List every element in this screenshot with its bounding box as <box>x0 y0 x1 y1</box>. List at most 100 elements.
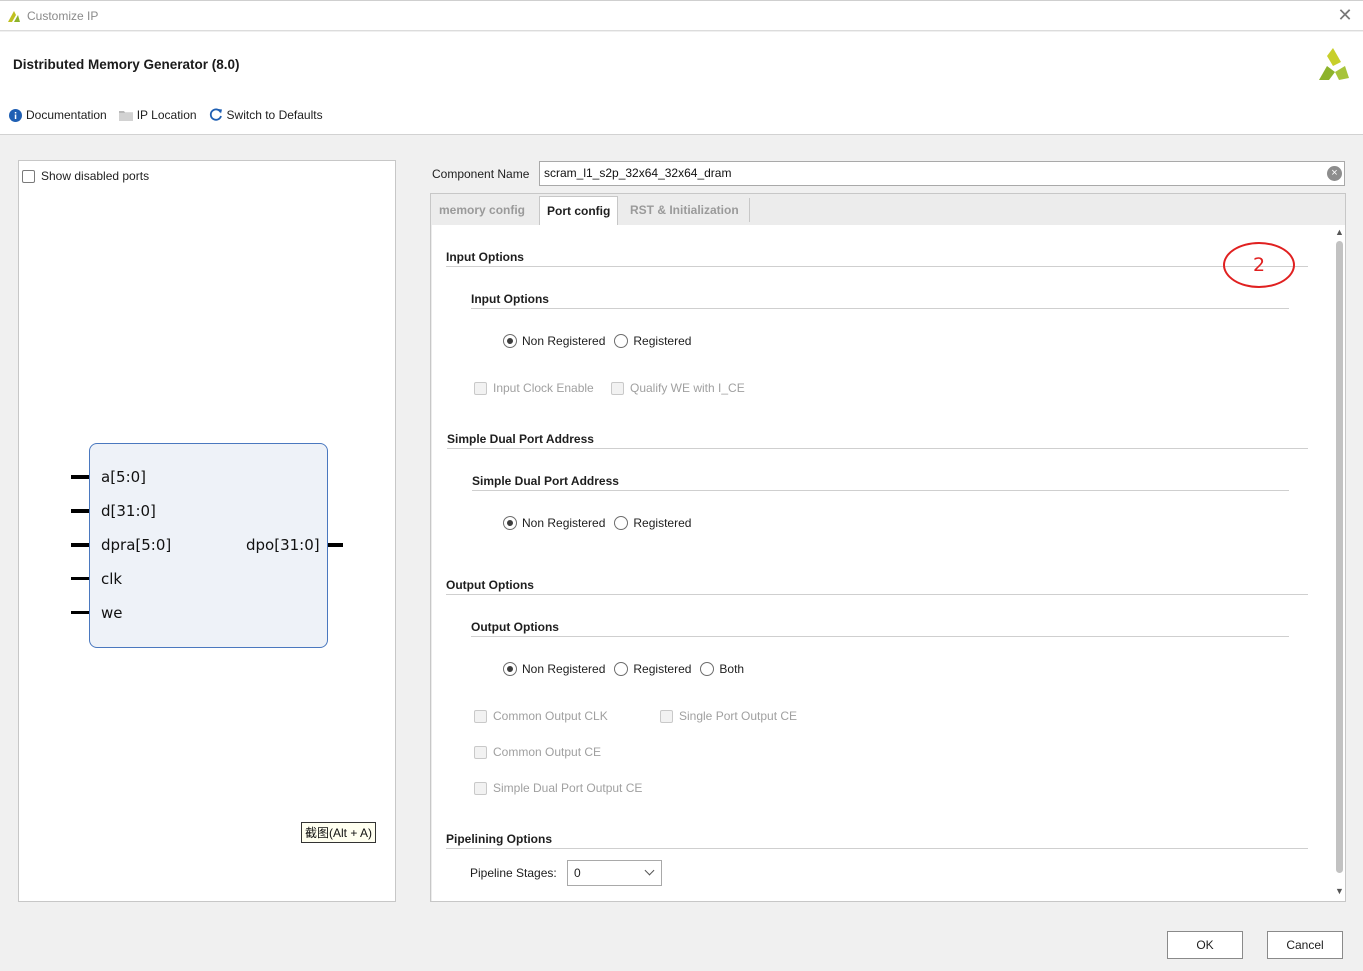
output-both-radio[interactable] <box>700 662 715 676</box>
pin-d <box>71 509 89 513</box>
pipeline-stages-value: 0 <box>574 866 581 880</box>
switch-to-defaults-label: Switch to Defaults <box>226 108 323 122</box>
checkbox-box <box>474 381 487 395</box>
switch-to-defaults-button[interactable]: Switch to Defaults <box>209 108 323 122</box>
folder-icon <box>118 108 133 122</box>
toolbar: Documentation IP Location Switch to Defa… <box>8 108 335 122</box>
divider <box>471 308 1289 309</box>
vertical-scrollbar[interactable]: ▲ ▼ <box>1334 225 1345 901</box>
config-tabs: memory config Port config RST & Initiali… <box>430 193 1346 902</box>
checkbox-label: Single Port Output CE <box>679 709 798 723</box>
xilinx-logo-icon <box>1319 48 1349 80</box>
divider <box>446 848 1308 849</box>
component-name-input[interactable]: scram_l1_s2p_32x64_32x64_dram <box>539 161 1345 186</box>
tab-memory-config[interactable]: memory config <box>432 196 532 225</box>
checkbox-label: Common Output CE <box>493 745 602 759</box>
checkbox-box <box>611 381 624 395</box>
port-label-dpra: dpra[5:0] <box>101 536 172 554</box>
show-disabled-ports-label: Show disabled ports <box>41 169 150 183</box>
sdp-registered-radio[interactable] <box>614 516 629 530</box>
pipeline-stages-label: Pipeline Stages: <box>470 866 557 880</box>
port-label-we: we <box>101 604 123 622</box>
product-title: Distributed Memory Generator (8.0) <box>13 57 240 72</box>
port-config-content: Input Options Input Options Non Register… <box>432 225 1345 901</box>
common-output-clk-checkbox: Common Output CLK <box>474 709 608 723</box>
refresh-icon <box>209 108 223 122</box>
scroll-down-icon[interactable]: ▼ <box>1334 886 1345 898</box>
sdp-non-registered-radio[interactable] <box>503 516 517 530</box>
chevron-down-icon <box>644 865 655 876</box>
radio-label: Both <box>719 662 745 676</box>
output-options-subtitle: Output Options <box>471 620 559 634</box>
title-bar: Customize IP ✕ <box>0 0 1363 31</box>
ip-location-label: IP Location <box>136 108 197 122</box>
port-label-clk: clk <box>101 570 123 588</box>
pin-we <box>71 611 89 614</box>
single-port-output-ce-checkbox: Single Port Output CE <box>660 709 797 723</box>
output-options-radio-group: Non Registered Registered Both <box>503 662 753 676</box>
documentation-label: Documentation <box>26 108 107 122</box>
output-registered-radio[interactable] <box>614 662 629 676</box>
radio-label: Non Registered <box>522 516 606 530</box>
checkbox-box <box>474 781 487 795</box>
radio-label: Non Registered <box>522 662 606 676</box>
tab-port-config[interactable]: Port config <box>539 196 619 226</box>
port-label-d: d[31:0] <box>101 502 156 520</box>
checkbox-box[interactable] <box>22 169 35 183</box>
port-label-dpo: dpo[31:0] <box>246 536 320 554</box>
input-options-radio-group: Non Registered Registered <box>503 334 700 348</box>
radio-label: Registered <box>633 516 692 530</box>
radio-label: Registered <box>633 334 692 348</box>
input-registered-radio[interactable] <box>614 334 629 348</box>
cancel-button[interactable]: Cancel <box>1267 931 1343 959</box>
clear-icon[interactable]: × <box>1327 166 1342 181</box>
checkbox-label: Common Output CLK <box>493 709 608 723</box>
radio-label: Non Registered <box>522 334 606 348</box>
sdp-address-radio-group: Non Registered Registered <box>503 516 700 530</box>
input-clock-enable-checkbox: Input Clock Enable <box>474 381 594 395</box>
annotation-circle: 2 <box>1223 242 1295 288</box>
sdp-address-title: Simple Dual Port Address <box>447 432 594 446</box>
scroll-thumb[interactable] <box>1336 241 1343 873</box>
close-icon[interactable]: ✕ <box>1335 5 1355 25</box>
tab-rst-initialization[interactable]: RST & Initialization <box>623 196 746 225</box>
divider <box>447 448 1308 449</box>
ok-button[interactable]: OK <box>1167 931 1243 959</box>
show-disabled-ports-checkbox[interactable]: Show disabled ports <box>22 169 149 183</box>
radio-label: Registered <box>633 662 692 676</box>
component-name-label: Component Name <box>432 167 530 181</box>
checkbox-label: Qualify WE with I_CE <box>630 381 745 395</box>
divider <box>472 490 1289 491</box>
qualify-we-checkbox: Qualify WE with I_CE <box>611 381 745 395</box>
output-options-title: Output Options <box>446 578 534 592</box>
ip-location-button[interactable]: IP Location <box>118 108 197 122</box>
input-options-subtitle: Input Options <box>471 292 549 306</box>
common-output-ce-checkbox: Common Output CE <box>474 745 601 759</box>
header: Distributed Memory Generator (8.0) Docum… <box>0 32 1363 135</box>
window-title: Customize IP <box>27 9 99 23</box>
pin-dpo <box>328 543 343 547</box>
checkbox-box <box>474 745 487 759</box>
vivado-app-icon <box>8 11 20 22</box>
output-non-registered-radio[interactable] <box>503 662 517 676</box>
checkbox-box <box>660 709 673 723</box>
divider <box>471 636 1289 637</box>
documentation-button[interactable]: Documentation <box>8 108 107 122</box>
port-label-a: a[5:0] <box>101 468 147 486</box>
pin-dpra <box>71 543 89 547</box>
screenshot-tooltip: 截图(Alt + A) <box>301 822 377 843</box>
sdp-output-ce-checkbox: Simple Dual Port Output CE <box>474 781 642 795</box>
pipelining-options-title: Pipelining Options <box>446 832 552 846</box>
pin-a <box>71 475 89 479</box>
divider <box>446 266 1308 267</box>
ip-block-symbol: a[5:0] d[31:0] dpra[5:0] clk we dpo[31:0… <box>89 443 328 648</box>
scroll-up-icon[interactable]: ▲ <box>1334 227 1345 239</box>
divider <box>446 594 1308 595</box>
pipeline-stages-select[interactable]: 0 <box>567 860 662 886</box>
tab-separator <box>749 198 750 222</box>
info-icon <box>8 108 22 122</box>
input-non-registered-radio[interactable] <box>503 334 517 348</box>
checkbox-label: Input Clock Enable <box>493 381 594 395</box>
checkbox-label: Simple Dual Port Output CE <box>493 781 643 795</box>
ip-symbol-panel: Show disabled ports a[5:0] d[31:0] dpra[… <box>18 160 396 902</box>
